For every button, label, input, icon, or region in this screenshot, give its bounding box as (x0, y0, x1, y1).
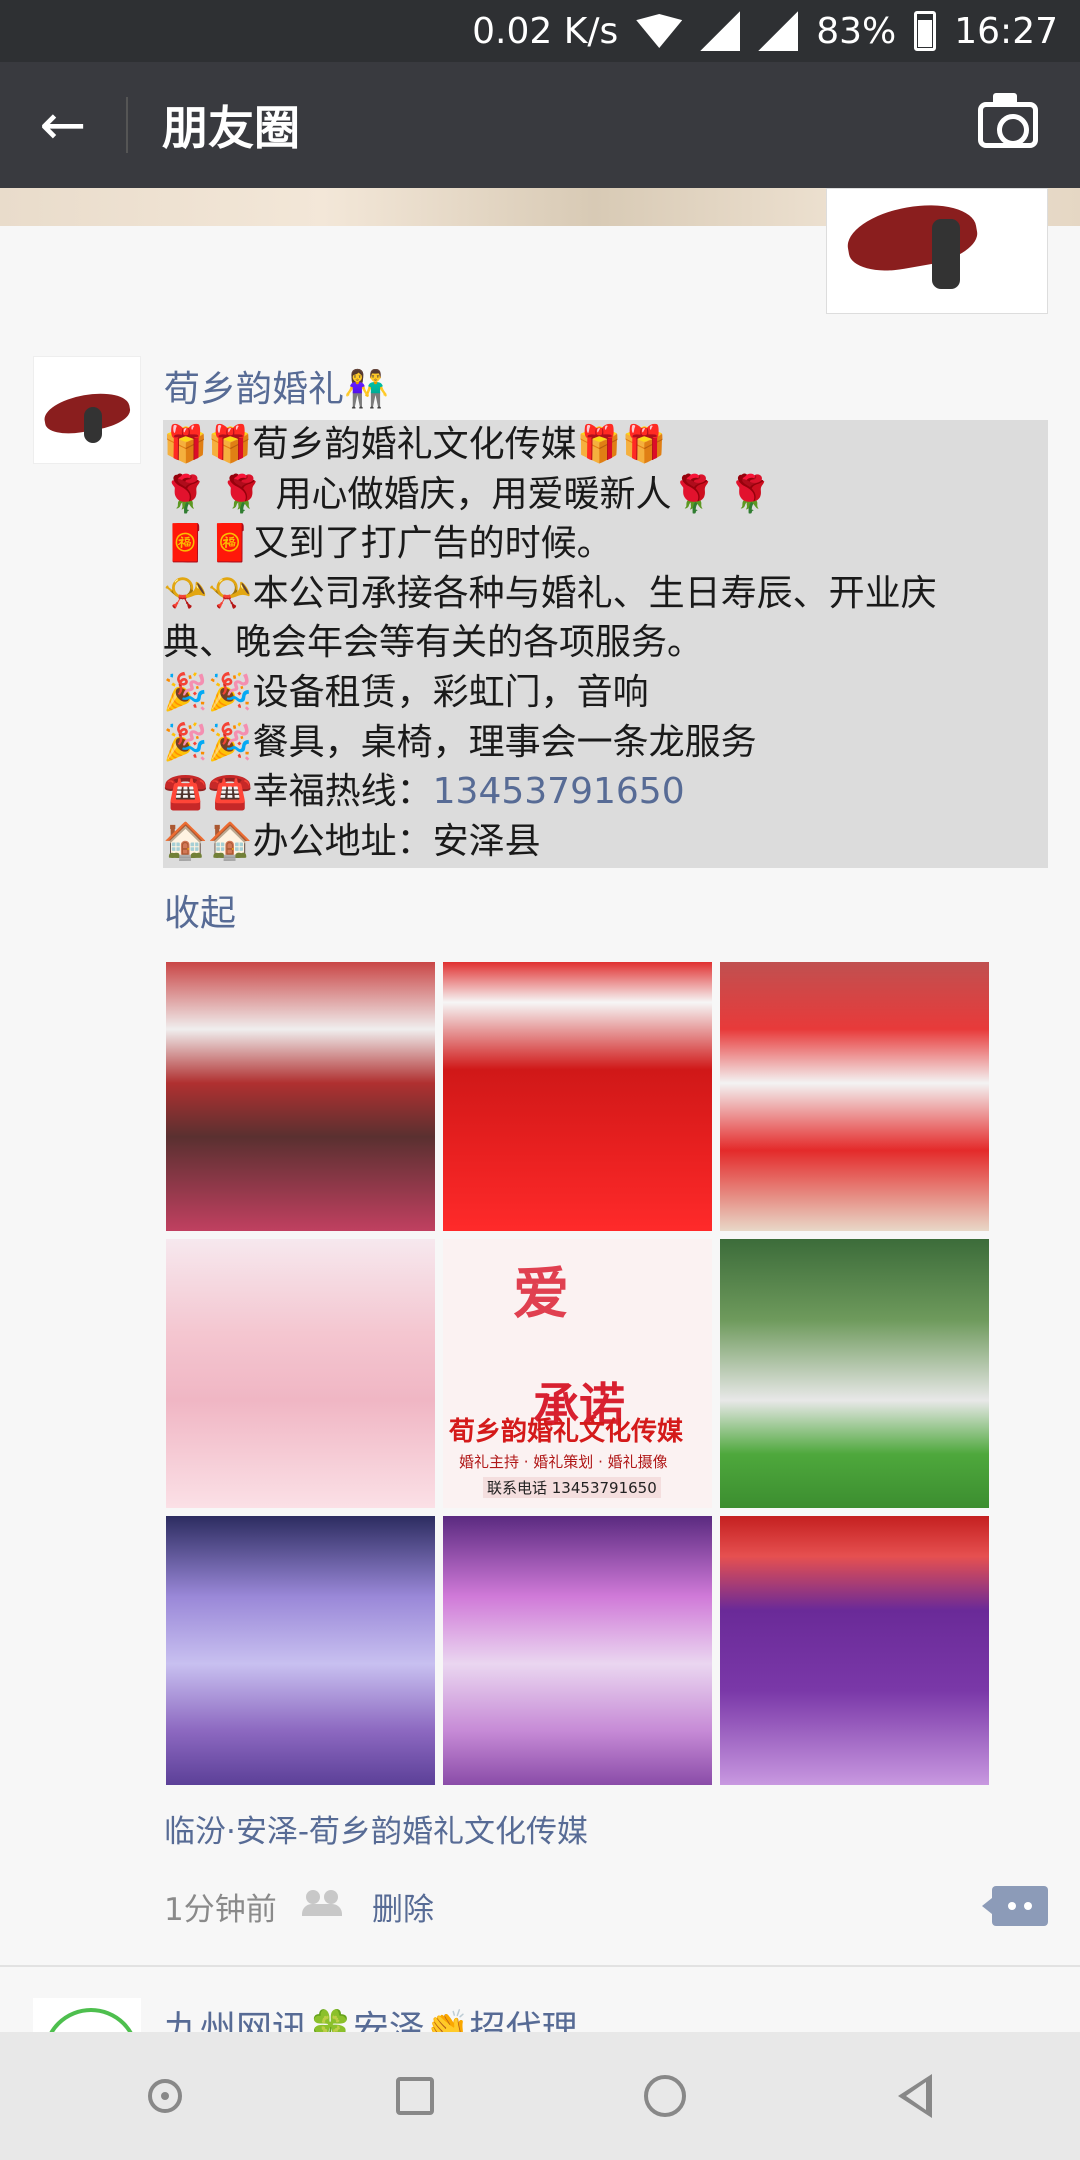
post-line-hotline: ☎️☎️幸福热线：13453791650 (163, 767, 1048, 817)
phone-link[interactable]: 13453791650 (433, 771, 685, 812)
battery-percent: 83% (816, 10, 897, 52)
clock: 16:27 (954, 10, 1058, 52)
friends-visibility-icon[interactable] (302, 1890, 346, 1918)
moment-post: 荀乡韵婚礼👫 🎁🎁荀乡韵婚礼文化传媒🎁🎁 🌹 🌹 用心做婚庆，用爱暖新人🌹 🌹 … (0, 340, 1080, 1968)
recents-button[interactable] (385, 2066, 445, 2126)
delete-link[interactable]: 删除 (372, 1884, 434, 1929)
avatar-hat (842, 196, 982, 278)
post-line: 📯📯本公司承接各种与婚礼、生日寿辰、开业庆 (163, 572, 937, 614)
signal-icon-2 (758, 11, 799, 51)
back-triangle-icon (898, 2074, 932, 2118)
poster-services: 婚礼主持 · 婚礼策划 · 婚礼摄像 (459, 1453, 668, 1471)
post-line: 🧧🧧又到了打广告的时候。 (163, 523, 613, 565)
home-button[interactable] (635, 2066, 695, 2126)
photo-4[interactable] (166, 1239, 435, 1508)
post-line: 典、晚会年会等有关的各项服务。 (163, 622, 704, 664)
post-line: 🎁🎁荀乡韵婚礼文化传媒🎁🎁 (163, 424, 667, 465)
status-bar: 0.02 K/s 83% 16:27 (0, 0, 1080, 62)
network-speed: 0.02 K/s (472, 10, 619, 52)
poster-headline: 爱 (513, 1262, 569, 1327)
photo-9[interactable] (720, 1516, 989, 1785)
wifi-icon (636, 14, 683, 48)
author-name[interactable]: 荀乡韵婚礼👫 (164, 360, 389, 412)
back-arrow-icon[interactable]: ← (0, 62, 126, 188)
photo-5-poster[interactable]: 爱 承诺 荀乡韵婚礼文化传媒 婚礼主持 · 婚礼策划 · 婚礼摄像 联系电话 1… (443, 1239, 712, 1508)
navigation-bar (0, 2032, 1080, 2160)
dot-circle-icon (148, 2079, 182, 2113)
post-text[interactable]: 🎁🎁荀乡韵婚礼文化传媒🎁🎁 🌹 🌹 用心做婚庆，用爱暖新人🌹 🌹 🧧🧧又到了打广… (163, 420, 1048, 868)
circle-icon (644, 2075, 686, 2117)
poster-brand: 荀乡韵婚礼文化传媒 (449, 1417, 684, 1447)
my-avatar[interactable] (826, 188, 1048, 314)
hotline-label: ☎️☎️幸福热线： (163, 771, 433, 813)
photo-3[interactable] (720, 962, 989, 1231)
author-avatar[interactable] (33, 356, 141, 464)
photo-grid: 爱 承诺 荀乡韵婚礼文化传媒 婚礼主持 · 婚礼策划 · 婚礼摄像 联系电话 1… (166, 962, 992, 1785)
assistant-button[interactable] (135, 2066, 195, 2126)
title-divider (126, 97, 128, 153)
post-location[interactable]: 临汾·安泽-荀乡韵婚礼文化传媒 (164, 1806, 588, 1851)
moments-screen: 0.02 K/s 83% 16:27 ← 朋友圈 荀乡韵婚礼👫 🎁🎁荀乡韵婚礼文… (0, 0, 1080, 2160)
photo-7[interactable] (166, 1516, 435, 1785)
signal-icon (700, 11, 741, 51)
camera-icon[interactable] (978, 93, 1038, 148)
page-title: 朋友圈 (162, 101, 300, 155)
poster-phone: 联系电话 13453791650 (483, 1477, 661, 1498)
square-icon (396, 2077, 434, 2115)
comment-icon[interactable] (982, 1886, 1048, 1926)
photo-8[interactable] (443, 1516, 712, 1785)
photo-1[interactable] (166, 962, 435, 1231)
collapse-link[interactable]: 收起 (164, 884, 236, 936)
post-line: 🌹 🌹 用心做婚庆，用爱暖新人🌹 🌹 (163, 473, 773, 515)
photo-2[interactable] (443, 962, 712, 1231)
battery-icon (914, 11, 937, 51)
back-button[interactable] (885, 2066, 945, 2126)
post-time: 1分钟前 (164, 1892, 277, 1928)
post-line: 🎉🎉餐具，桌椅，理事会一条龙服务 (163, 721, 757, 763)
photo-6[interactable] (720, 1239, 989, 1508)
post-divider (0, 1965, 1080, 1967)
post-line: 🏠🏠办公地址：安泽县 (163, 820, 541, 862)
avatar-figure (932, 219, 960, 289)
avatar-figure (84, 407, 102, 443)
post-line: 🎉🎉设备租赁，彩虹门，音响 (163, 671, 649, 713)
title-bar: ← 朋友圈 (0, 62, 1080, 188)
